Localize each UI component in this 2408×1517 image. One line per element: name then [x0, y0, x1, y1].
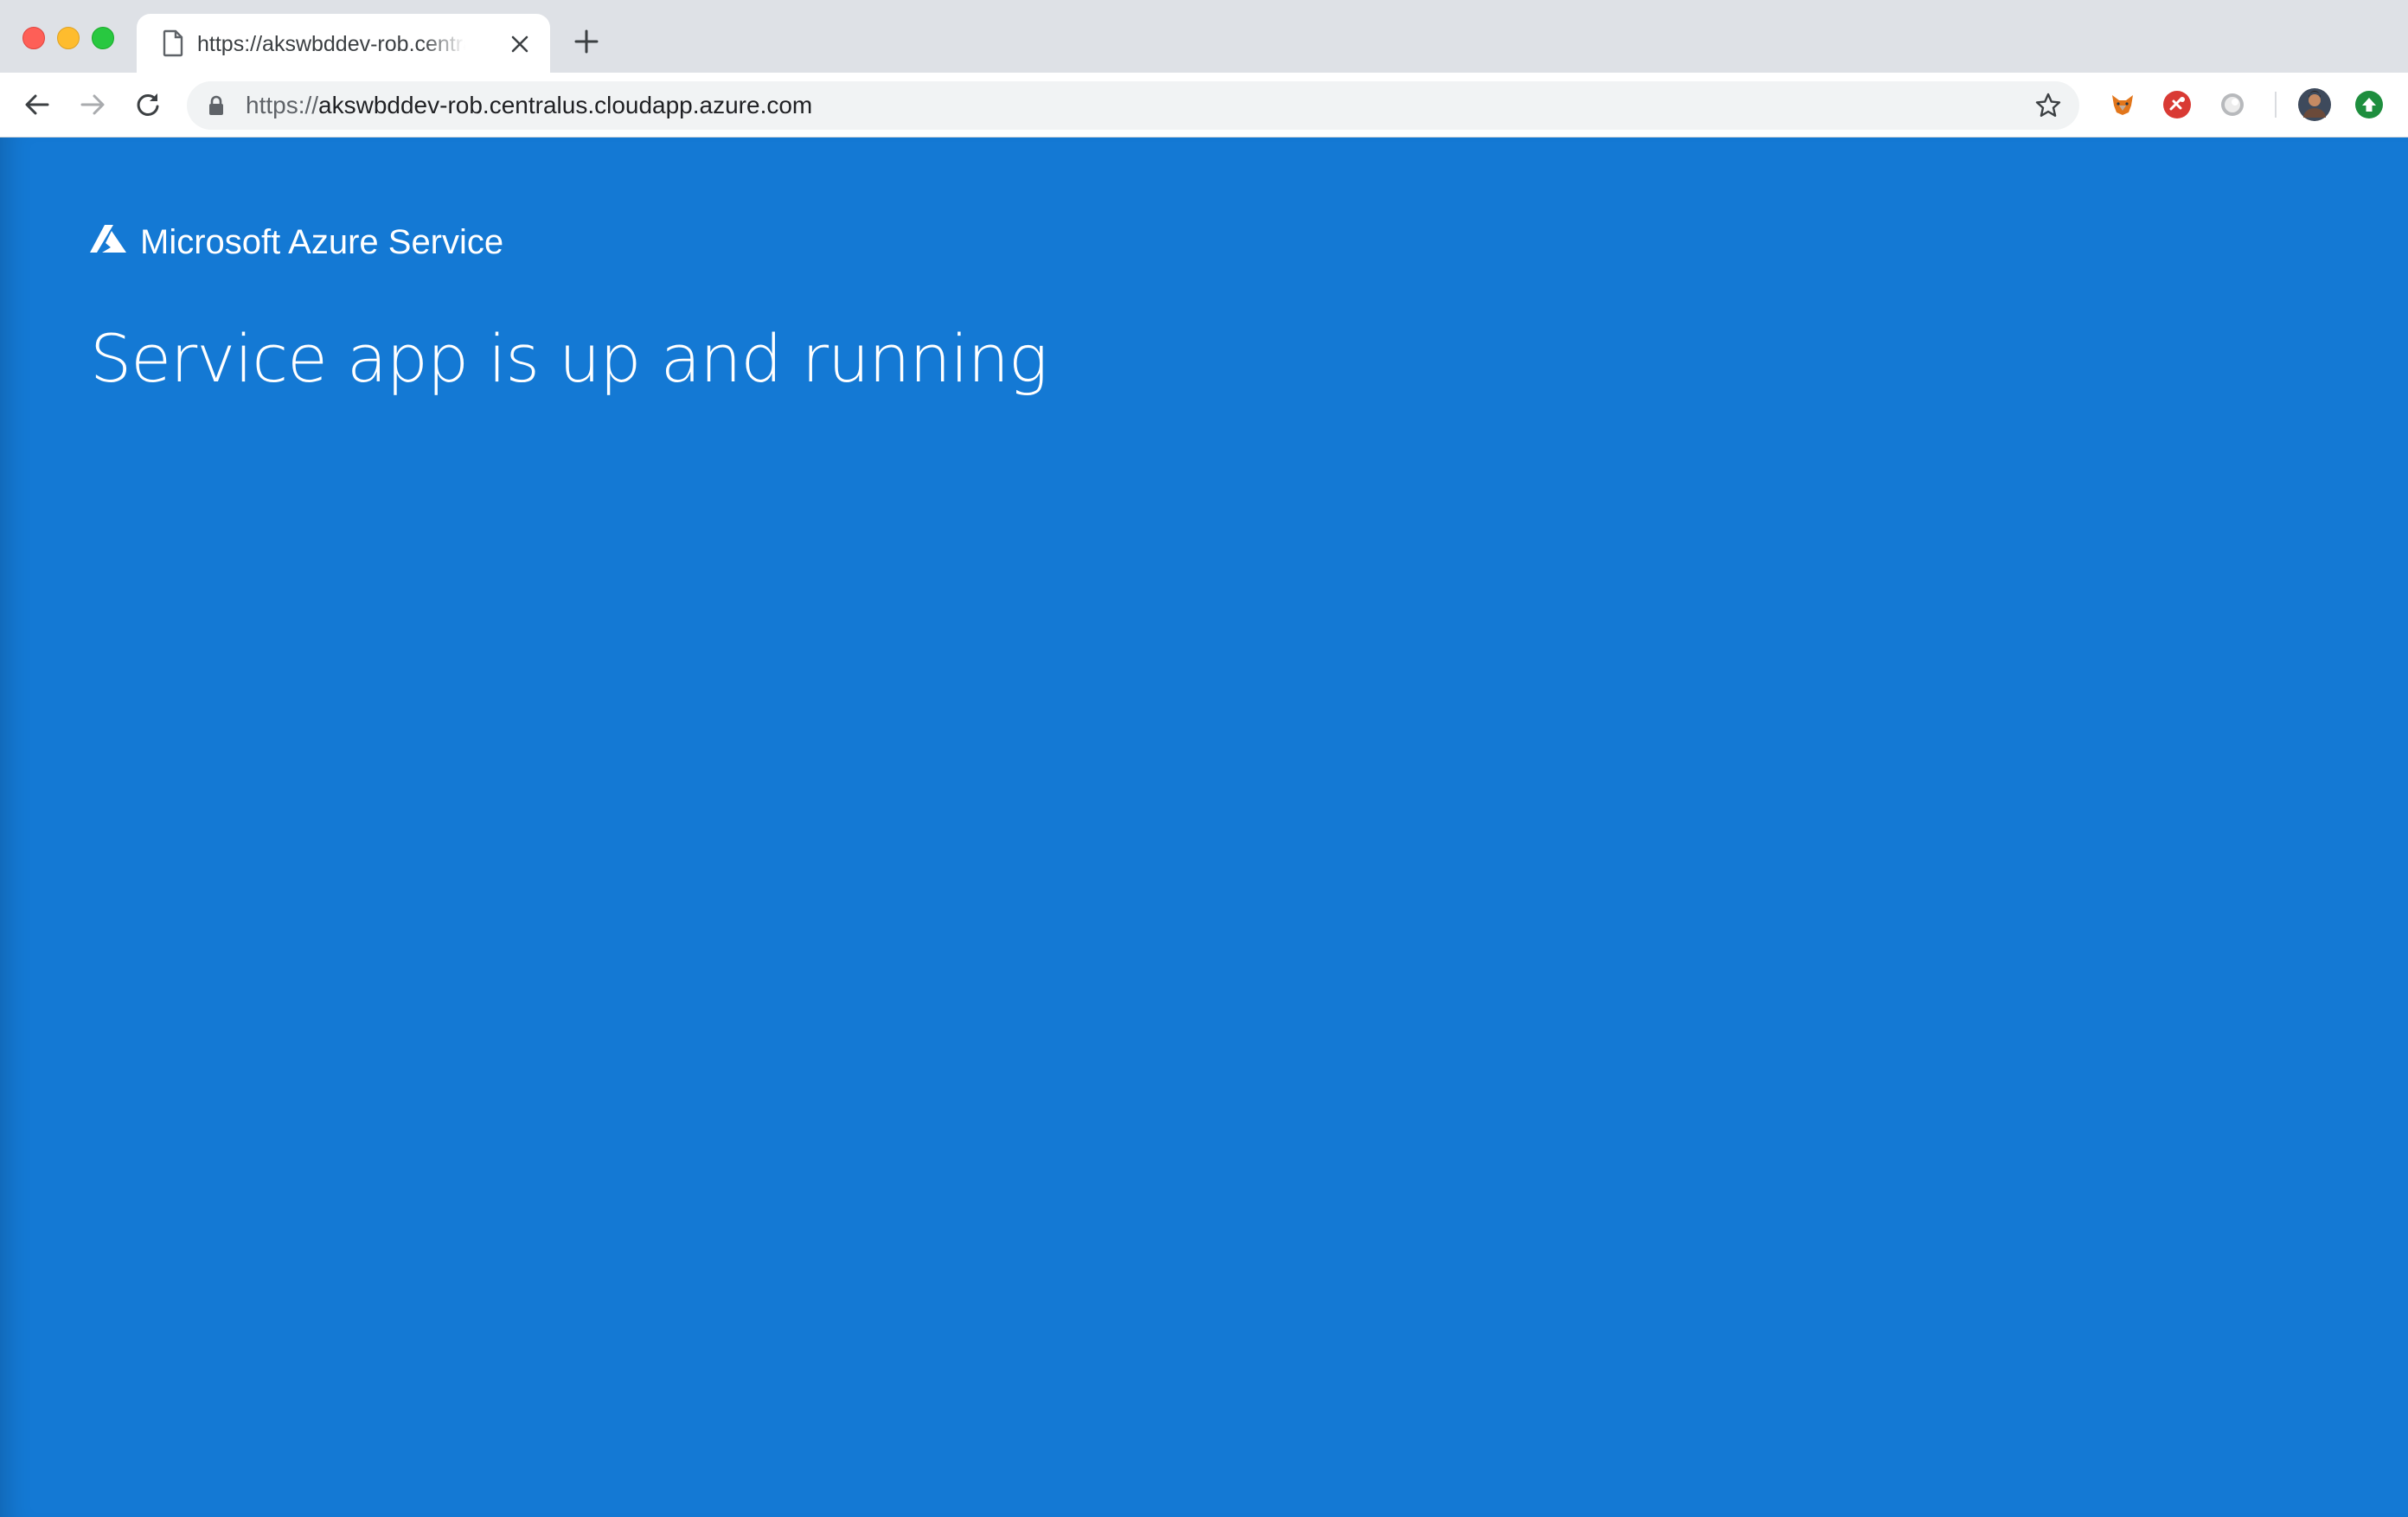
green-upload-extension-icon[interactable] — [2354, 90, 2384, 119]
document-icon — [163, 29, 183, 57]
tab-close-icon[interactable] — [509, 33, 531, 55]
tab-strip: https://akswbddev-rob.centralus.cloudapp… — [0, 0, 2408, 73]
forward-arrow-icon[interactable] — [78, 90, 107, 119]
profile-avatar[interactable] — [2297, 87, 2332, 122]
url-host: akswbddev-rob.centralus.cloudapp.azure.c… — [318, 92, 813, 118]
url-text[interactable]: https://akswbddev-rob.centralus.cloudapp… — [246, 81, 812, 130]
browser-window: https://akswbddev-rob.centralus.cloudapp… — [0, 0, 2408, 1517]
new-tab-icon[interactable] — [574, 29, 599, 54]
toolbar-divider — [2275, 92, 2277, 118]
azure-logo-icon — [90, 225, 126, 253]
page-content: Microsoft Azure Service Service app is u… — [0, 138, 2408, 1517]
page-headline: Service app is up and running — [90, 320, 1047, 397]
window-close-button[interactable] — [22, 27, 45, 49]
lock-icon[interactable] — [208, 95, 225, 116]
back-arrow-icon[interactable] — [22, 90, 52, 119]
browser-toolbar: https://akswbddev-rob.centralus.cloudapp… — [0, 73, 2408, 138]
window-maximize-button[interactable] — [92, 27, 114, 49]
tab-title: https://akswbddev-rob.centralus.cloudapp… — [197, 32, 465, 56]
address-bar[interactable]: https://akswbddev-rob.centralus.cloudapp… — [187, 81, 2079, 130]
brand-title: Microsoft Azure Service — [140, 223, 504, 261]
grey-circle-extension-icon[interactable] — [2218, 90, 2247, 119]
active-tab[interactable]: https://akswbddev-rob.centralus.cloudapp… — [137, 14, 550, 73]
reload-icon[interactable] — [133, 90, 163, 119]
window-minimize-button[interactable] — [57, 27, 80, 49]
fox-extension-icon[interactable] — [2108, 90, 2137, 119]
red-extension-icon[interactable] — [2162, 90, 2192, 119]
bookmark-star-icon[interactable] — [2034, 92, 2062, 119]
url-scheme: https:// — [246, 92, 319, 118]
